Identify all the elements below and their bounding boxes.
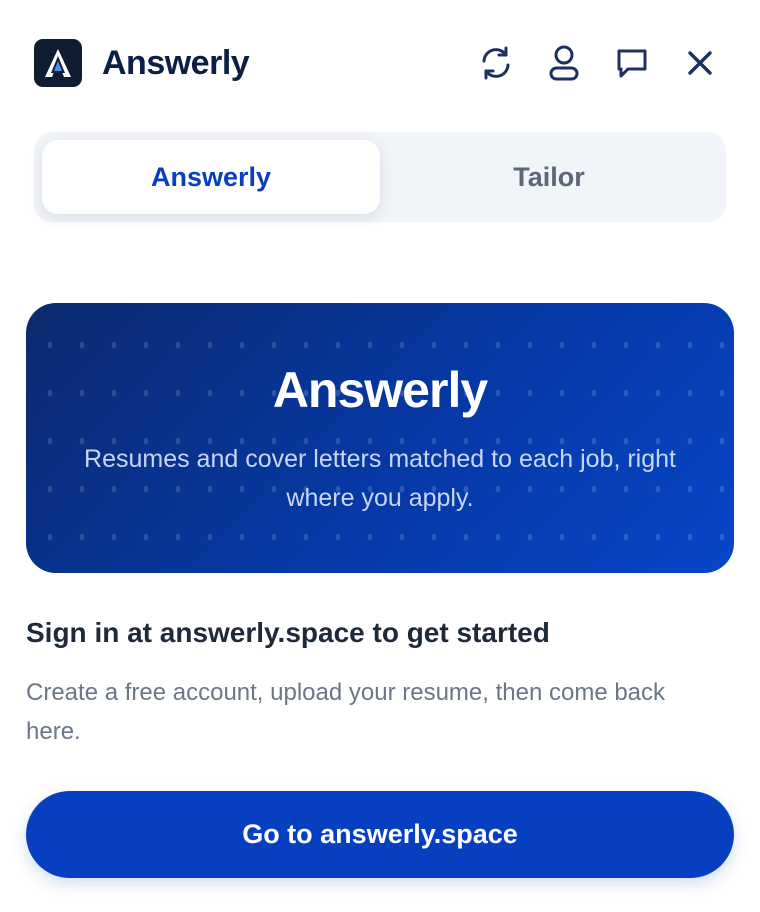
hero-dot-pattern <box>26 303 734 573</box>
chat-icon[interactable] <box>612 43 652 83</box>
close-icon[interactable] <box>680 43 720 83</box>
signin-description: Create a free account, upload your resum… <box>26 679 666 745</box>
answerly-a-logo-icon <box>34 39 82 87</box>
tab-answerly[interactable]: Answerly <box>42 140 380 214</box>
refresh-icon[interactable] <box>476 43 516 83</box>
extension-panel: Answerly Answerly Tailor Answerly Resume… <box>0 0 760 912</box>
header-actions <box>476 43 720 83</box>
brand-name: Answerly <box>102 43 250 82</box>
header: Answerly <box>34 38 720 88</box>
go-to-site-button[interactable]: Go to answerly.space <box>26 791 734 878</box>
signin-heading: Sign in at answerly.space to get started <box>26 617 550 648</box>
user-icon[interactable] <box>544 43 584 83</box>
tab-switcher: Answerly Tailor <box>34 132 726 222</box>
hero-banner: Answerly Resumes and cover letters match… <box>26 303 734 573</box>
hero-subtitle: Resumes and cover letters matched to eac… <box>84 445 676 512</box>
hero-title: Answerly <box>272 362 488 418</box>
tab-tailor[interactable]: Tailor <box>380 140 718 214</box>
